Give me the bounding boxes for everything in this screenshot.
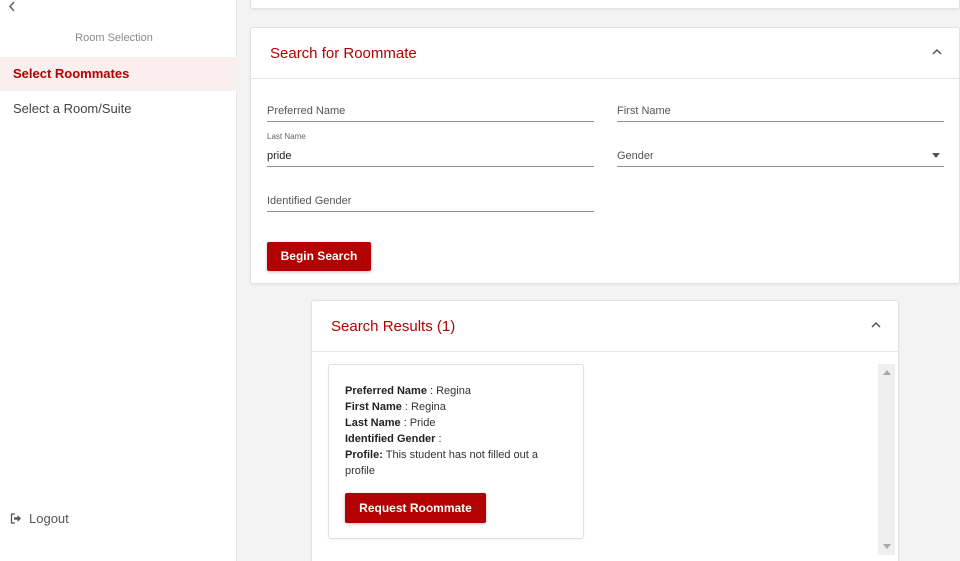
last-name-value: pride [267, 150, 292, 162]
search-panel-title: Search for Roommate [270, 45, 417, 62]
sidebar-item-label: Select Roommates [13, 66, 130, 81]
field-label: Last Name [345, 417, 401, 429]
previous-card [250, 0, 960, 9]
back-button[interactable] [6, 0, 20, 14]
chevron-left-icon [8, 1, 15, 12]
dropdown-arrow-icon [932, 153, 940, 158]
result-details: Preferred Name : Regina First Name : Reg… [345, 383, 565, 479]
results-panel-header: Search Results (1) [312, 301, 898, 352]
result-card: Preferred Name : Regina First Name : Reg… [328, 364, 584, 539]
field-label: Profile: [345, 449, 383, 461]
scroll-up-arrow-icon[interactable] [883, 370, 891, 375]
logout-label: Logout [29, 510, 69, 526]
field-label: First Name [345, 401, 402, 413]
begin-search-button[interactable]: Begin Search [267, 242, 371, 271]
search-roommate-panel: Search for Roommate Preferred Name First… [250, 27, 960, 284]
last-name-label: Last Name [267, 132, 306, 141]
field-label: Preferred Name [345, 385, 427, 397]
sidebar-item-select-roommates[interactable]: Select Roommates [0, 57, 237, 91]
results-scrollbar[interactable] [878, 364, 895, 555]
sidebar-item-select-room[interactable]: Select a Room/Suite [0, 92, 237, 126]
result-first-name: First Name : Regina [345, 399, 565, 415]
field-label: Identified Gender [345, 433, 436, 445]
logout-button[interactable]: Logout [10, 508, 69, 528]
sidebar: Room Selection Select Roommates Select a… [0, 0, 237, 561]
first-name-input[interactable]: First Name [617, 96, 944, 122]
result-profile: Profile: This student has not filled out… [345, 447, 565, 479]
result-last-name: Last Name : Pride [345, 415, 565, 431]
identified-gender-placeholder: Identified Gender [267, 195, 352, 207]
scroll-down-arrow-icon[interactable] [883, 544, 891, 549]
first-name-placeholder: First Name [617, 105, 671, 117]
result-preferred-name: Preferred Name : Regina [345, 383, 565, 399]
gender-select[interactable]: Gender [617, 141, 944, 167]
field-value: : Regina [401, 401, 446, 413]
field-value: : Regina [426, 385, 471, 397]
preferred-name-input[interactable]: Preferred Name [267, 96, 594, 122]
result-identified-gender: Identified Gender : [345, 431, 565, 447]
field-value: : Pride [400, 417, 436, 429]
sign-out-icon [10, 512, 21, 524]
request-roommate-button[interactable]: Request Roommate [345, 493, 486, 523]
sidebar-item-label: Select a Room/Suite [13, 101, 132, 116]
identified-gender-input[interactable]: Identified Gender [267, 186, 594, 212]
search-results-panel: Search Results (1) Preferred Name : Regi… [311, 300, 899, 561]
field-value: : [435, 433, 442, 445]
results-panel-title: Search Results (1) [331, 318, 456, 335]
last-name-input[interactable]: Last Name pride [267, 132, 594, 167]
search-panel-header: Search for Roommate [251, 28, 959, 79]
sidebar-heading: Room Selection [75, 32, 153, 44]
chevron-up-icon[interactable] [931, 46, 943, 58]
chevron-up-icon[interactable] [870, 319, 882, 331]
preferred-name-placeholder: Preferred Name [267, 105, 346, 117]
gender-placeholder: Gender [617, 150, 654, 162]
